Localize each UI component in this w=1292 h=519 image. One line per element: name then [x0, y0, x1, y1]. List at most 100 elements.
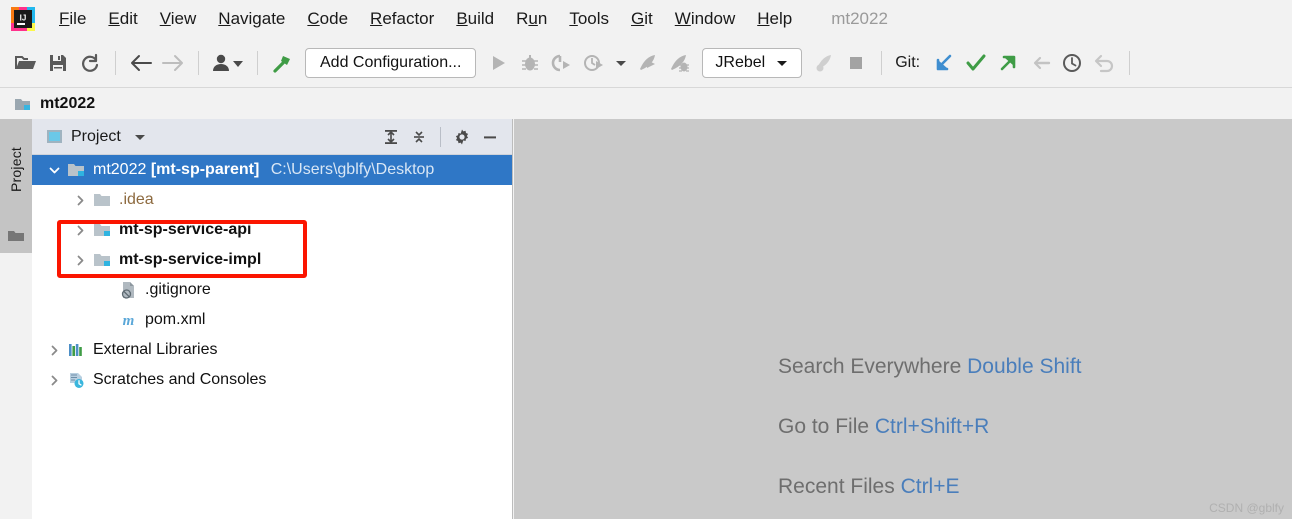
project-tree: mt2022 [mt-sp-parent] C:\Users\gblfy\Des… — [32, 155, 512, 395]
header-divider — [440, 126, 441, 147]
tree-row[interactable]: .gitignore — [32, 275, 512, 305]
menu-git[interactable]: Git — [620, 0, 664, 38]
hint-shortcut-label: Ctrl+Shift+R — [874, 415, 990, 438]
git-label: Git: — [895, 53, 921, 71]
menu-refactor[interactable]: Refactor — [359, 0, 445, 38]
hint-action-label: Search Everywhere — [778, 355, 962, 378]
tree-row[interactable]: m pom.xml — [32, 305, 512, 335]
scratches-icon — [66, 371, 86, 389]
gear-icon[interactable] — [448, 123, 476, 151]
menu-tools[interactable]: Tools — [558, 0, 620, 38]
menu-run[interactable]: Run — [505, 0, 558, 38]
chevron-down-icon[interactable] — [46, 162, 62, 178]
menu-file[interactable]: File — [48, 0, 97, 38]
minimize-icon[interactable] — [476, 123, 504, 151]
editor-empty-area: Search Everywhere Double Shift Go to Fil… — [514, 119, 1292, 519]
chevron-right-icon[interactable] — [46, 372, 62, 388]
tree-row[interactable]: mt-sp-service-impl — [32, 245, 512, 275]
breadcrumb: mt2022 — [0, 89, 1292, 119]
tree-row[interactable]: Scratches and Consoles — [32, 365, 512, 395]
intellij-idea-window: IJ File Edit View Navigate Code Refactor… — [0, 0, 1292, 519]
menu-build[interactable]: Build — [445, 0, 505, 38]
tree-row-label: mt2022 [mt-sp-parent] C:\Users\gblfy\Des… — [93, 161, 434, 179]
tree-row-label: External Libraries — [93, 341, 218, 358]
pull-arrow-icon[interactable] — [1024, 47, 1056, 79]
window-project-title: mt2022 — [831, 9, 888, 28]
breadcrumb-label[interactable]: mt2022 — [40, 95, 95, 113]
libraries-icon — [66, 341, 86, 359]
refresh-icon[interactable] — [74, 47, 106, 79]
open-folder-icon[interactable] — [10, 47, 42, 79]
chevron-right-icon[interactable] — [72, 252, 88, 268]
tree-row-label: mt-sp-service-impl — [119, 251, 262, 268]
project-root-icon — [66, 161, 86, 179]
chevron-right-icon[interactable] — [72, 192, 88, 208]
hint-shortcut-label: Double Shift — [967, 355, 1082, 378]
gitignore-file-icon — [118, 281, 138, 299]
toolbar-divider-5 — [1129, 50, 1131, 75]
jrebel-selector[interactable]: JRebel — [702, 47, 803, 78]
update-project-arrow-icon[interactable] — [928, 47, 960, 79]
svg-text:m: m — [122, 313, 134, 329]
toolbar-divider-4 — [881, 50, 883, 75]
menu-code[interactable]: Code — [296, 0, 359, 38]
chevron-right-icon[interactable] — [72, 222, 88, 238]
menu-help[interactable]: Help — [746, 0, 803, 38]
svg-text:IJ: IJ — [20, 14, 27, 23]
debug-bug-icon[interactable] — [514, 47, 546, 79]
user-profile-icon[interactable] — [208, 47, 248, 79]
arrow-left-icon[interactable] — [125, 47, 157, 79]
tree-row-label: .idea — [119, 191, 154, 208]
tree-row[interactable]: mt2022 [mt-sp-parent] C:\Users\gblfy\Des… — [32, 155, 512, 185]
root-module-tag: [mt-sp-parent] — [150, 161, 260, 178]
expand-all-icon[interactable] — [377, 123, 405, 151]
chevron-right-icon[interactable] — [46, 342, 62, 358]
chevron-down-icon[interactable] — [610, 47, 632, 79]
menu-view[interactable]: View — [149, 0, 208, 38]
menu-navigate[interactable]: Navigate — [207, 0, 296, 38]
save-all-icon[interactable] — [42, 47, 74, 79]
hint-search-everywhere: Search Everywhere Double Shift — [778, 355, 1082, 379]
tree-row[interactable]: mt-sp-service-api — [32, 215, 512, 245]
chevron-down-icon[interactable] — [133, 130, 147, 144]
jrebel-run-icon[interactable] — [632, 47, 664, 79]
history-clock-icon[interactable] — [1056, 47, 1088, 79]
project-module-icon — [14, 96, 32, 112]
run-play-icon[interactable] — [482, 47, 514, 79]
sidebar-tab-project-label: Project — [8, 146, 24, 192]
arrow-right-icon[interactable] — [157, 47, 189, 79]
collapse-all-icon[interactable] — [405, 123, 433, 151]
menu-window[interactable]: Window — [664, 0, 746, 38]
hint-action-label: Go to File — [778, 415, 870, 438]
folder-icon[interactable] — [0, 219, 32, 253]
folder-excluded-icon — [92, 191, 112, 209]
project-tool-window: Project mt2022 [mt-sp-parent] C:\Users\g… — [32, 119, 513, 519]
menu-bar: IJ File Edit View Navigate Code Refactor… — [0, 0, 1292, 38]
intellij-idea-logo-icon: IJ — [10, 6, 36, 32]
maven-pom-icon: m — [118, 311, 138, 329]
stop-square-icon[interactable] — [840, 47, 872, 79]
jrebel-debug-icon[interactable] — [664, 47, 696, 79]
profiler-clock-icon[interactable] — [578, 47, 610, 79]
tree-row[interactable]: External Libraries — [32, 335, 512, 365]
revert-undo-icon[interactable] — [1088, 47, 1120, 79]
hint-go-to-file: Go to File Ctrl+Shift+R — [778, 415, 1082, 439]
module-icon — [92, 251, 112, 269]
sidebar-tab-project[interactable]: Project — [0, 119, 32, 219]
editor-shortcut-hints: Search Everywhere Double Shift Go to Fil… — [778, 355, 1082, 519]
tree-row[interactable]: .idea — [32, 185, 512, 215]
run-coverage-icon[interactable] — [546, 47, 578, 79]
left-tool-strip: Project — [0, 119, 32, 519]
hammer-icon[interactable] — [267, 47, 299, 79]
hint-recent-files: Recent Files Ctrl+E — [778, 475, 1082, 499]
add-configuration-button[interactable]: Add Configuration... — [305, 47, 477, 78]
push-arrow-icon[interactable] — [992, 47, 1024, 79]
jrebel-rocket-icon[interactable] — [808, 47, 840, 79]
commit-check-icon[interactable] — [960, 47, 992, 79]
watermark: CSDN @gblfy — [1209, 501, 1284, 515]
module-icon — [92, 221, 112, 239]
tree-row-label: pom.xml — [145, 311, 206, 328]
hint-shortcut-label: Ctrl+E — [900, 475, 960, 498]
tree-row-label: Scratches and Consoles — [93, 371, 267, 388]
menu-edit[interactable]: Edit — [97, 0, 148, 38]
